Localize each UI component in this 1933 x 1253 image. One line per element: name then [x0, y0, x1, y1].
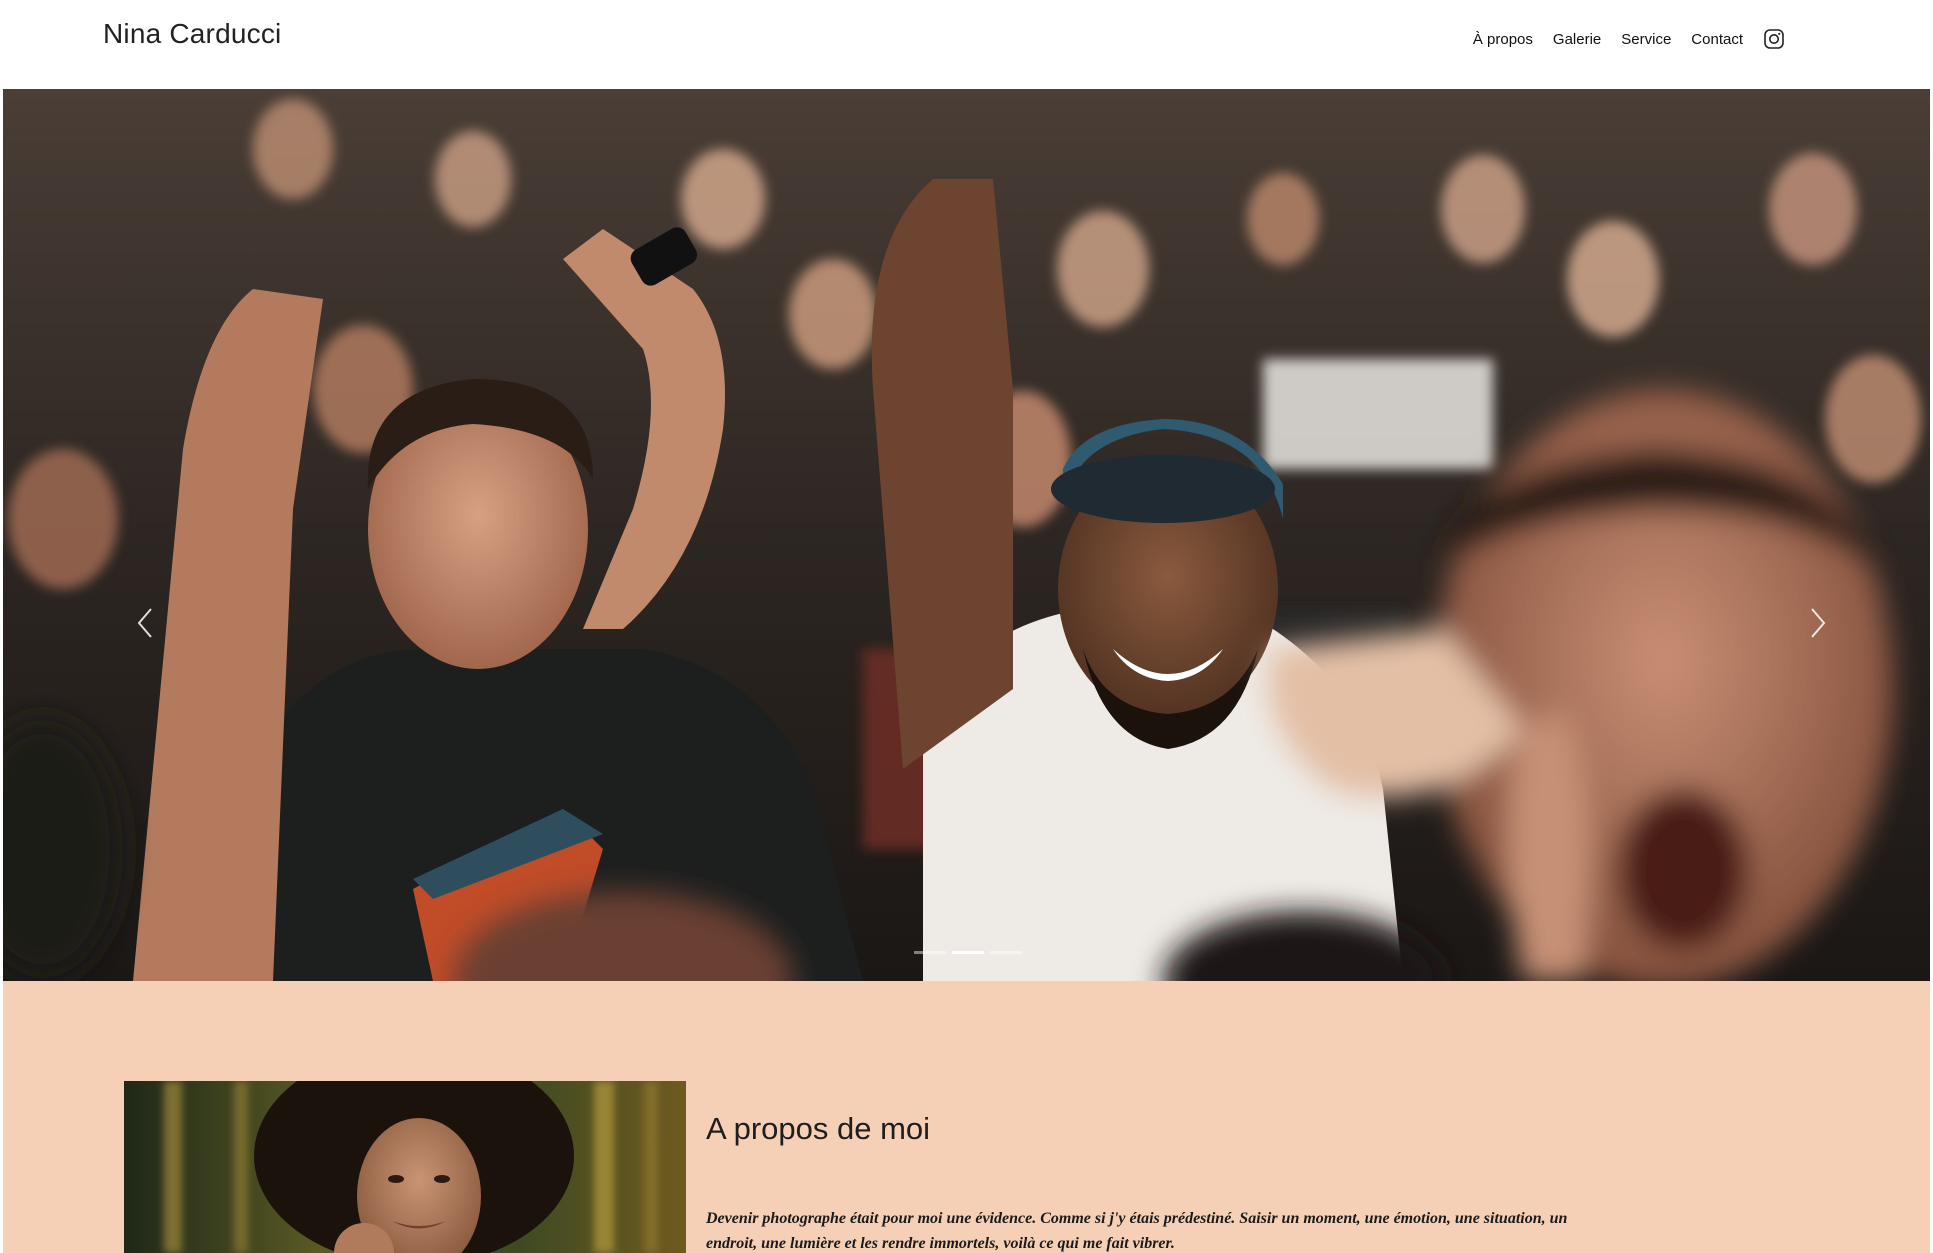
- hero-carousel: [3, 89, 1930, 981]
- about-text: Devenir photographe était pour moi une é…: [706, 1210, 1568, 1252]
- concert-crowd-photo: [3, 89, 1930, 981]
- nav-link-a-propos[interactable]: À propos: [1473, 31, 1533, 48]
- site-header: Nina Carducci À propos Galerie Service C…: [0, 0, 1933, 89]
- about-title: A propos de moi: [706, 1111, 931, 1146]
- main-nav: À propos Galerie Service Contact: [1473, 28, 1785, 50]
- carousel-next-icon[interactable]: [1802, 601, 1832, 645]
- carousel-indicators: [914, 951, 1022, 954]
- nav-link-contact[interactable]: Contact: [1691, 31, 1743, 48]
- nav-link-service[interactable]: Service: [1621, 31, 1671, 48]
- carousel-prev-icon[interactable]: [131, 601, 161, 645]
- about-section: A propos de moi Devenir photographe étai…: [3, 981, 1930, 1253]
- site-brand[interactable]: Nina Carducci: [103, 18, 281, 50]
- nav-link-galerie[interactable]: Galerie: [1553, 31, 1601, 48]
- portrait-photo: [124, 1081, 686, 1253]
- carousel-indicator-3[interactable]: [990, 951, 1022, 954]
- carousel-indicator-1[interactable]: [914, 951, 946, 954]
- carousel-indicator-2[interactable]: [952, 951, 984, 954]
- instagram-icon[interactable]: [1763, 28, 1785, 50]
